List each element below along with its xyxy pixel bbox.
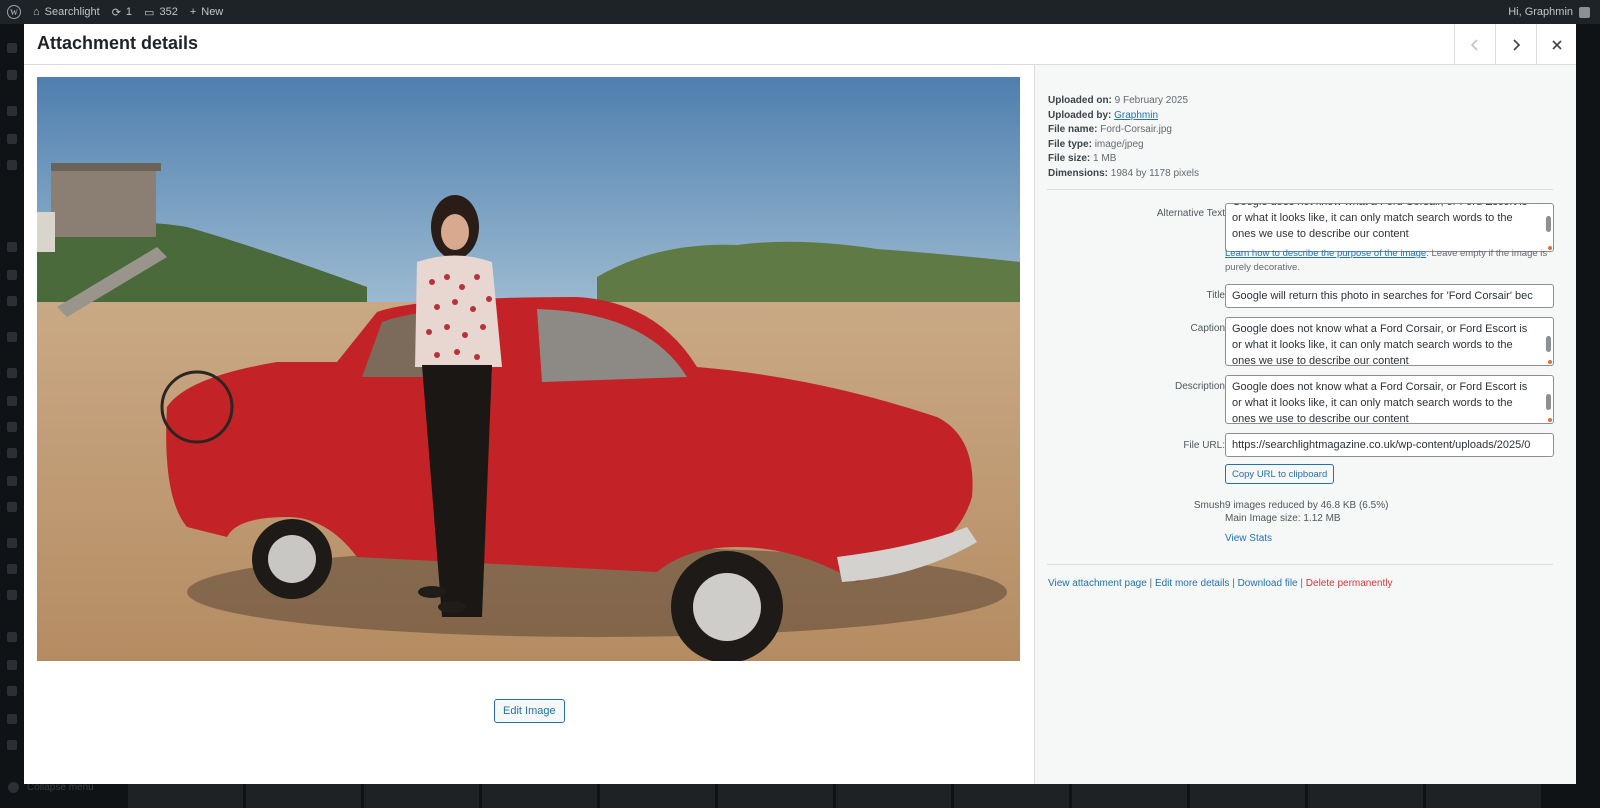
updates-count: 1	[125, 6, 133, 18]
new-content-link[interactable]: + New	[190, 0, 223, 24]
edit-image-button[interactable]: Edit Image	[494, 699, 565, 723]
greeting: Hi, Graphmin	[1508, 6, 1573, 18]
file-size-value: 1 MB	[1093, 153, 1117, 164]
alt-text-help: Learn how to describe the purpose of the…	[1225, 247, 1555, 275]
copy-url-button[interactable]: Copy URL to clipboard	[1225, 464, 1335, 484]
updates-link[interactable]: ⟳ 1	[112, 0, 132, 24]
plus-icon: +	[189, 6, 197, 18]
wordpress-logo-icon[interactable]: W	[7, 5, 21, 19]
dimensions-row: Dimensions: 1984 by 1178 pixels	[1048, 167, 1199, 182]
comments-link[interactable]: ▭ 352	[144, 0, 178, 24]
separator: |	[1146, 578, 1155, 589]
title-input[interactable]: Google will return this photo in searche…	[1225, 284, 1554, 308]
scrollbar[interactable]	[1546, 216, 1551, 232]
attachment-details-modal: Attachment details Edit Image Uploaded o…	[24, 24, 1576, 784]
description-value: Google does not know what a Ford Corsair…	[1232, 381, 1528, 424]
comments-count: 352	[159, 6, 178, 18]
site-name-link[interactable]: ⌂ Searchlight	[33, 0, 100, 24]
uploaded-on-label: Uploaded on:	[1048, 95, 1112, 106]
close-button[interactable]	[1536, 24, 1577, 65]
download-file-link[interactable]: Download file	[1238, 578, 1298, 589]
uploaded-by-row: Uploaded by: Graphmin	[1048, 109, 1199, 124]
scrollbar[interactable]	[1546, 336, 1551, 352]
uploaded-by-link[interactable]: Graphmin	[1114, 110, 1158, 121]
caption-value: Google does not know what a Ford Corsair…	[1232, 323, 1528, 366]
next-button[interactable]	[1495, 24, 1536, 65]
view-stats-link[interactable]: View Stats	[1225, 533, 1272, 544]
file-name-value: Ford-Corsair.jpg	[1100, 124, 1172, 135]
file-name-label: File name:	[1048, 124, 1098, 135]
caption-field[interactable]: Google does not know what a Ford Corsair…	[1225, 317, 1554, 366]
description-field[interactable]: Google does not know what a Ford Corsair…	[1225, 375, 1554, 424]
home-icon: ⌂	[33, 6, 40, 18]
resize-handle[interactable]	[1548, 360, 1552, 364]
new-label: New	[201, 6, 224, 18]
delete-permanently-link[interactable]: Delete permanently	[1306, 578, 1393, 589]
title-label: Title	[1206, 290, 1225, 301]
modal-header: Attachment details	[24, 24, 1576, 65]
alt-text-value: Google does not know what a Ford Corsair…	[1232, 204, 1527, 240]
attachment-media-view: Edit Image	[24, 65, 1034, 784]
file-type-value: image/jpeg	[1094, 138, 1144, 150]
dimensions-value: 1984 by 1178 pixels	[1110, 167, 1200, 179]
alt-text-help-link[interactable]: Learn how to describe the purpose of the…	[1225, 248, 1426, 259]
smush-line-1: 9 images reduced by 46.8 KB (6.5%)	[1225, 500, 1389, 511]
separator: |	[1297, 578, 1306, 589]
scrollbar[interactable]	[1546, 394, 1551, 410]
caption-label: Caption	[1190, 323, 1225, 334]
close-icon	[1552, 39, 1562, 50]
edit-more-details-link[interactable]: Edit more details	[1155, 578, 1229, 589]
uploaded-on-value: 9 February 2025	[1114, 95, 1189, 106]
file-name-row: File name: Ford-Corsair.jpg	[1048, 123, 1199, 138]
description-label: Description	[1174, 381, 1225, 392]
uploaded-by-label: Uploaded by:	[1048, 109, 1112, 121]
site-name: Searchlight	[44, 6, 100, 18]
smush-line-2: Main Image size: 1.12 MB	[1225, 513, 1341, 524]
modal-title: Attachment details	[37, 33, 199, 53]
chevron-right-icon	[1513, 38, 1521, 51]
attachment-actions: View attachment page | Edit more details…	[1048, 578, 1393, 589]
divider	[1047, 564, 1553, 565]
file-type-label: File type:	[1048, 138, 1092, 150]
alt-text-field[interactable]: Google does not know what a Ford Corsair…	[1225, 203, 1554, 252]
alt-text-label: Alternative Text	[1156, 208, 1225, 219]
file-details: Uploaded on: 9 February 2025 Uploaded by…	[1048, 94, 1199, 181]
file-type-row: File type: image/jpeg	[1048, 138, 1199, 153]
resize-handle[interactable]	[1548, 418, 1552, 422]
divider	[1047, 189, 1553, 190]
view-attachment-page-link[interactable]: View attachment page	[1048, 578, 1147, 589]
file-url-label: File URL:	[1183, 440, 1225, 451]
chevron-left-icon	[1470, 38, 1478, 51]
admin-bar: W ⌂ Searchlight ⟳ 1 ▭ 352 + New Hi, Grap…	[0, 0, 1600, 24]
uploaded-on-row: Uploaded on: 9 February 2025	[1048, 94, 1199, 109]
file-size-row: File size: 1 MB	[1048, 152, 1199, 167]
refresh-icon: ⟳	[111, 6, 121, 19]
account-menu[interactable]: Hi, Graphmin	[1508, 0, 1590, 24]
comment-icon: ▭	[144, 6, 155, 19]
avatar	[1579, 6, 1590, 18]
dimensions-label: Dimensions:	[1048, 167, 1109, 179]
previous-button[interactable]	[1454, 24, 1495, 65]
file-size-label: File size:	[1048, 153, 1091, 164]
separator: |	[1229, 578, 1238, 589]
attachment-image	[37, 77, 1020, 661]
smush-stats: 9 images reduced by 46.8 KB (6.5%) Main …	[1225, 499, 1388, 525]
file-url-input[interactable]: https://searchlightmagazine.co.uk/wp-con…	[1225, 433, 1554, 457]
smush-label: Smush	[1193, 500, 1225, 511]
attachment-info-panel: Uploaded on: 9 February 2025 Uploaded by…	[1034, 65, 1576, 784]
